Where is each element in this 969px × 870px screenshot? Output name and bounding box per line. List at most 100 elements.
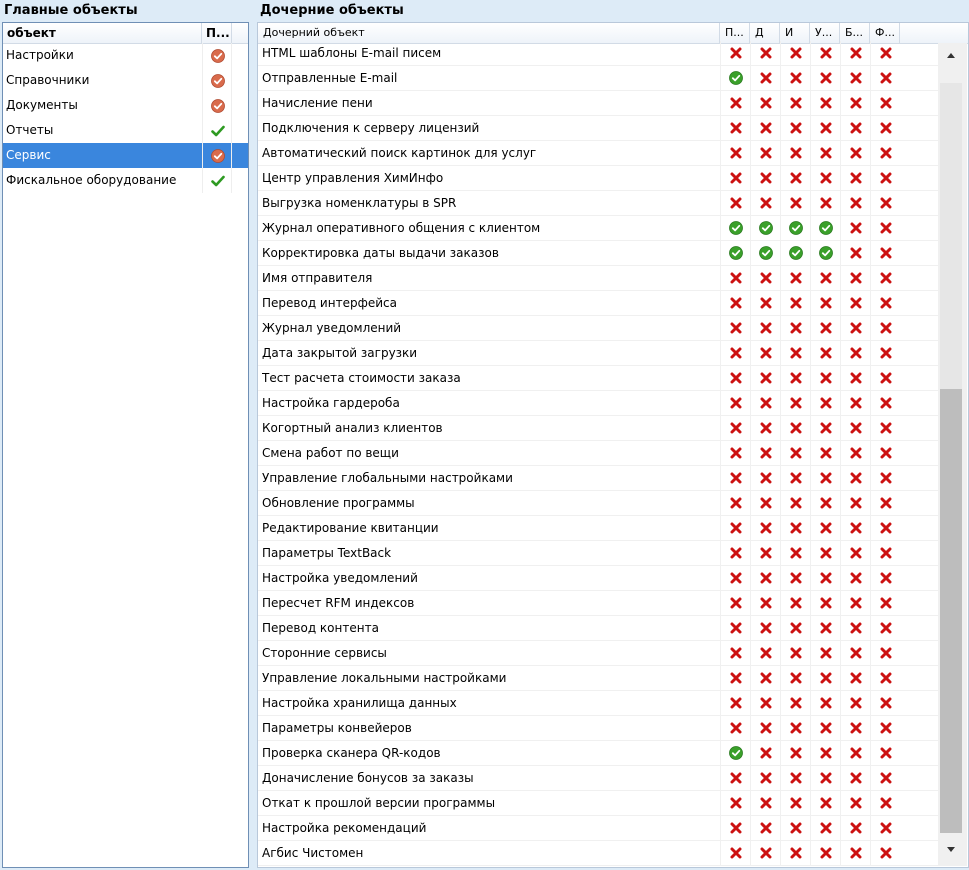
permission-cell[interactable] [750, 366, 780, 390]
permission-cell[interactable] [810, 316, 840, 340]
permission-cell[interactable] [720, 841, 750, 865]
main-object-row[interactable]: Сервис [3, 143, 248, 168]
column-header-p[interactable]: П... [720, 23, 750, 43]
permission-cell[interactable] [750, 116, 780, 140]
permission-cell[interactable] [810, 166, 840, 190]
permission-cell[interactable] [720, 391, 750, 415]
permission-cell[interactable] [720, 791, 750, 815]
permission-cell[interactable] [750, 416, 780, 440]
permission-cell[interactable] [870, 466, 900, 490]
permission-cell[interactable] [840, 441, 870, 465]
permission-cell[interactable] [750, 66, 780, 90]
permission-cell[interactable] [780, 191, 810, 215]
permission-cell[interactable] [720, 541, 750, 565]
permission-cell[interactable] [720, 666, 750, 690]
main-object-permission-cell[interactable] [202, 168, 232, 193]
permission-cell[interactable] [750, 391, 780, 415]
permission-cell[interactable] [870, 416, 900, 440]
permission-cell[interactable] [840, 691, 870, 715]
child-object-row[interactable]: Откат к прошлой версии программы [258, 791, 938, 816]
permission-cell[interactable] [780, 216, 810, 240]
permission-cell[interactable] [810, 391, 840, 415]
permission-cell[interactable] [750, 591, 780, 615]
permission-cell[interactable] [840, 816, 870, 840]
child-object-row[interactable]: Журнал оперативного общения с клиентом [258, 216, 938, 241]
permission-cell[interactable] [810, 291, 840, 315]
permission-cell[interactable] [870, 766, 900, 790]
permission-cell[interactable] [840, 91, 870, 115]
child-object-row[interactable]: Когортный анализ клиентов [258, 416, 938, 441]
permission-cell[interactable] [750, 91, 780, 115]
permission-cell[interactable] [840, 341, 870, 365]
permission-cell[interactable] [810, 666, 840, 690]
permission-cell[interactable] [840, 241, 870, 265]
permission-cell[interactable] [870, 141, 900, 165]
permission-cell[interactable] [780, 516, 810, 540]
permission-cell[interactable] [750, 141, 780, 165]
permission-cell[interactable] [870, 216, 900, 240]
permission-cell[interactable] [720, 366, 750, 390]
permission-cell[interactable] [720, 41, 750, 65]
permission-cell[interactable] [840, 291, 870, 315]
permission-cell[interactable] [810, 141, 840, 165]
permission-cell[interactable] [780, 66, 810, 90]
permission-cell[interactable] [840, 116, 870, 140]
permission-cell[interactable] [780, 741, 810, 765]
permission-cell[interactable] [720, 291, 750, 315]
permission-cell[interactable] [840, 191, 870, 215]
permission-cell[interactable] [870, 116, 900, 140]
permission-cell[interactable] [810, 716, 840, 740]
permission-cell[interactable] [780, 641, 810, 665]
permission-cell[interactable] [870, 566, 900, 590]
permission-cell[interactable] [870, 291, 900, 315]
permission-cell[interactable] [840, 566, 870, 590]
permission-cell[interactable] [810, 191, 840, 215]
permission-cell[interactable] [780, 241, 810, 265]
permission-cell[interactable] [870, 791, 900, 815]
permission-cell[interactable] [840, 641, 870, 665]
permission-cell[interactable] [750, 166, 780, 190]
permission-cell[interactable] [720, 591, 750, 615]
scroll-up-arrow-icon[interactable] [947, 53, 955, 58]
permission-cell[interactable] [720, 116, 750, 140]
permission-cell[interactable] [810, 441, 840, 465]
permission-cell[interactable] [750, 341, 780, 365]
child-object-row[interactable]: Доначисление бонусов за заказы [258, 766, 938, 791]
permission-cell[interactable] [840, 741, 870, 765]
permission-cell[interactable] [780, 141, 810, 165]
permission-cell[interactable] [720, 641, 750, 665]
permission-cell[interactable] [750, 541, 780, 565]
permission-cell[interactable] [750, 716, 780, 740]
permission-cell[interactable] [810, 566, 840, 590]
main-object-row[interactable]: Отчеты [3, 118, 248, 143]
permission-cell[interactable] [840, 666, 870, 690]
permission-cell[interactable] [750, 766, 780, 790]
permission-cell[interactable] [720, 191, 750, 215]
permission-cell[interactable] [870, 541, 900, 565]
child-object-row[interactable]: Обновление программы [258, 491, 938, 516]
permission-cell[interactable] [750, 691, 780, 715]
permission-cell[interactable] [720, 616, 750, 640]
permission-cell[interactable] [720, 741, 750, 765]
permission-cell[interactable] [870, 266, 900, 290]
permission-cell[interactable] [720, 766, 750, 790]
column-header-b[interactable]: Б... [840, 23, 870, 43]
column-header-u[interactable]: У... [810, 23, 840, 43]
permission-cell[interactable] [780, 566, 810, 590]
permission-cell[interactable] [810, 816, 840, 840]
permission-cell[interactable] [870, 591, 900, 615]
child-object-row[interactable]: Пересчет RFM индексов [258, 591, 938, 616]
child-object-row[interactable]: Управление глобальными настройками [258, 466, 938, 491]
permission-cell[interactable] [750, 666, 780, 690]
permission-cell[interactable] [870, 366, 900, 390]
permission-cell[interactable] [720, 566, 750, 590]
permission-cell[interactable] [870, 341, 900, 365]
permission-cell[interactable] [810, 416, 840, 440]
permission-cell[interactable] [840, 391, 870, 415]
permission-cell[interactable] [750, 841, 780, 865]
permission-cell[interactable] [840, 466, 870, 490]
child-object-row[interactable]: Перевод интерфейса [258, 291, 938, 316]
permission-cell[interactable] [720, 166, 750, 190]
permission-cell[interactable] [840, 41, 870, 65]
permission-cell[interactable] [720, 91, 750, 115]
